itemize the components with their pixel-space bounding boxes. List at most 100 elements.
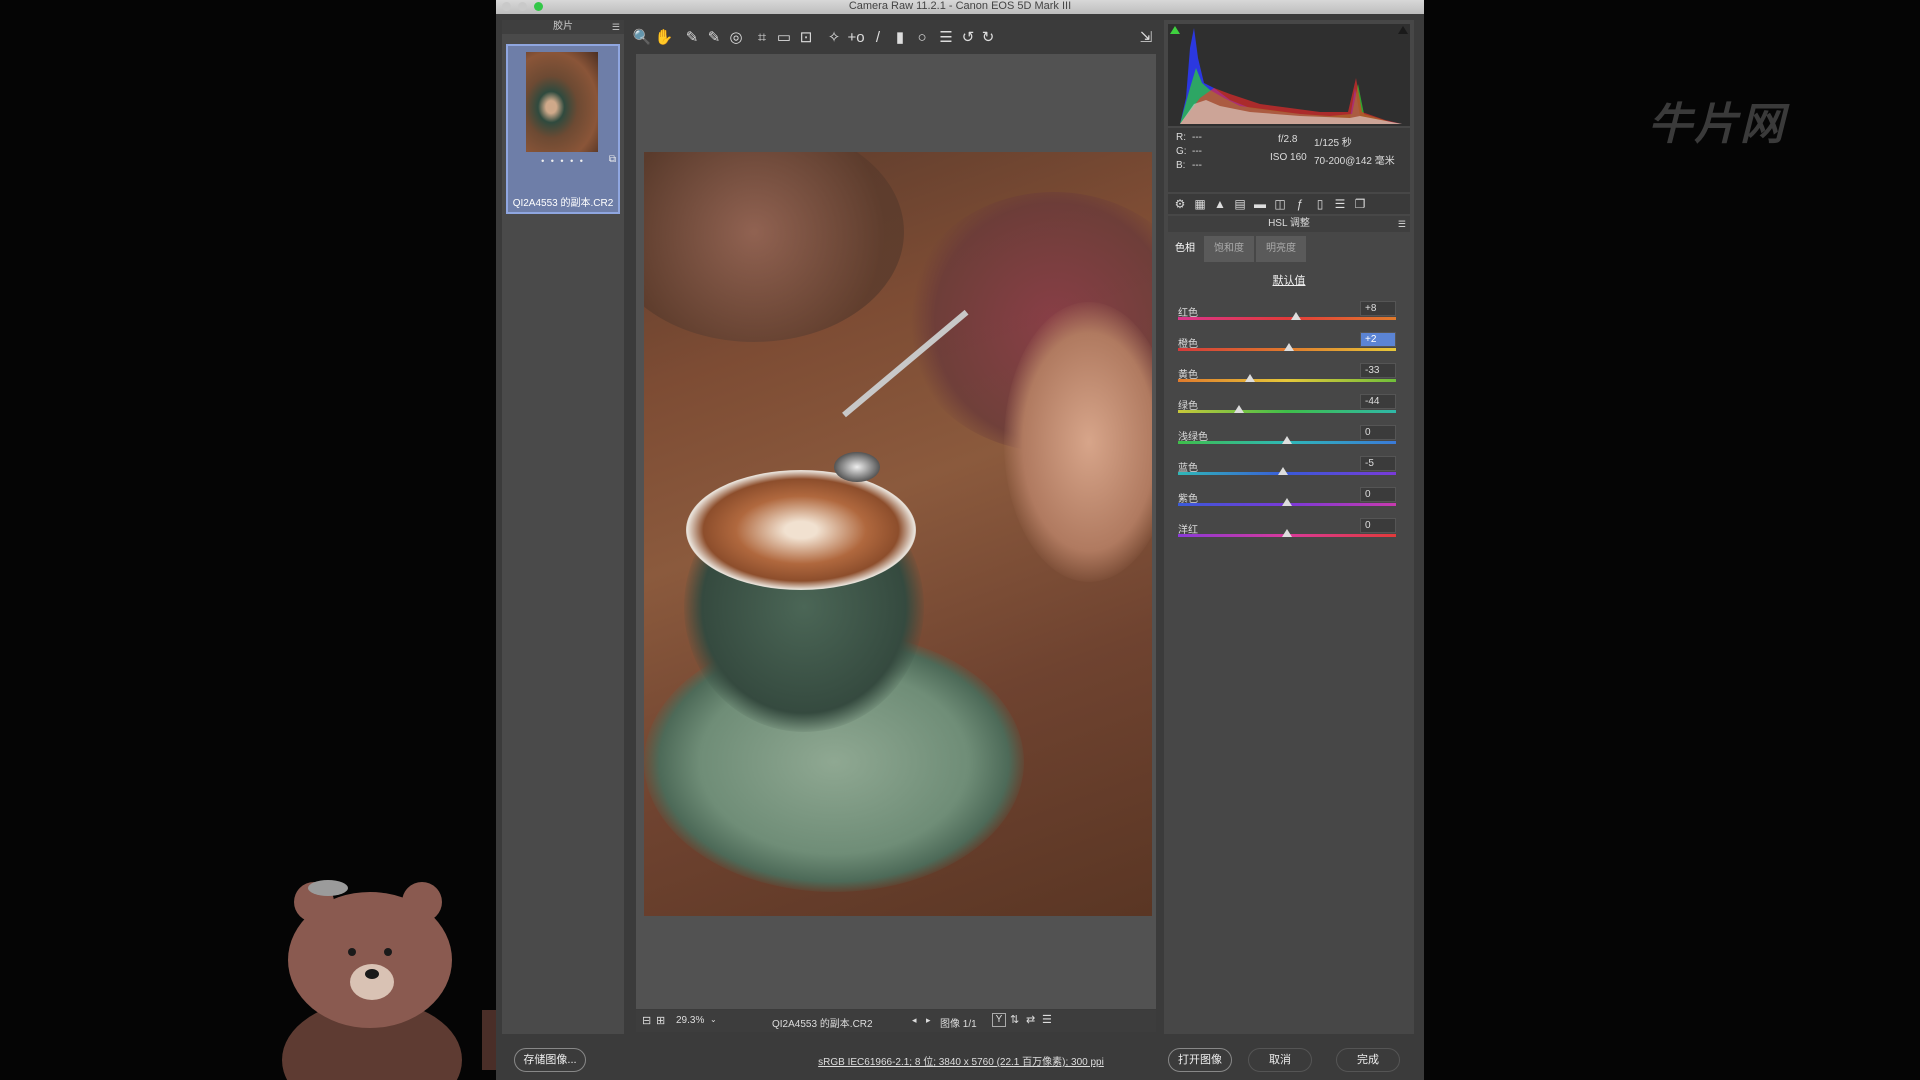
rotate-left-icon[interactable]: ↺: [958, 28, 978, 48]
hsl-slider-row: 红色 +8: [1178, 301, 1404, 334]
subtab-2[interactable]: 明亮度: [1256, 236, 1306, 262]
minimize-window-icon[interactable]: [518, 2, 527, 11]
zoom-tool-icon[interactable]: 🔍: [632, 28, 652, 48]
target-adjust-icon[interactable]: ◎: [726, 28, 746, 48]
slider-thumb[interactable]: [1282, 529, 1292, 537]
b-value: ---: [1192, 160, 1202, 171]
g-value: ---: [1192, 146, 1202, 157]
prev-image-icon[interactable]: ◂: [912, 1015, 917, 1026]
detail-tab-icon[interactable]: ▲: [1212, 196, 1228, 212]
zoom-dropdown-icon[interactable]: ⌄: [710, 1015, 717, 1024]
done-button[interactable]: 完成: [1336, 1048, 1400, 1072]
calibration-tab-icon[interactable]: ▯: [1312, 196, 1328, 212]
hsl-slider-row: 紫色 0: [1178, 487, 1404, 520]
lens-info: 70-200@142 毫米: [1314, 156, 1395, 167]
hsl-slider-row: 黄色 -33: [1178, 363, 1404, 396]
slider-value-input[interactable]: 0: [1360, 425, 1396, 440]
cancel-button[interactable]: 取消: [1248, 1048, 1312, 1072]
default-link[interactable]: 默认值: [1168, 272, 1410, 288]
hsl-slider-row: 绿色 -44: [1178, 394, 1404, 427]
panel-title: HSL 调整 ☰: [1168, 216, 1410, 232]
tone-curve-tab-icon[interactable]: ▦: [1192, 196, 1208, 212]
thumbnail-image: [526, 52, 598, 152]
hand-tool-icon[interactable]: ✋: [654, 28, 674, 48]
bear-mascot-image: [282, 880, 512, 1080]
subtab-0[interactable]: 色相: [1168, 236, 1202, 262]
copy-settings-icon[interactable]: ⇄: [1026, 1013, 1035, 1026]
slider-thumb[interactable]: [1282, 498, 1292, 506]
hsl-slider-row: 蓝色 -5: [1178, 456, 1404, 489]
slider-value-input[interactable]: -5: [1360, 456, 1396, 471]
red-eye-icon[interactable]: +o: [846, 28, 866, 48]
snapshots-tab-icon[interactable]: ❐: [1352, 196, 1368, 212]
crop-tool-icon[interactable]: ⌗: [752, 28, 772, 48]
filmstrip-thumbnail[interactable]: • • • • • ⧉ QI2A4553 的副本.CR2: [506, 44, 620, 214]
slider-value-input[interactable]: -33: [1360, 363, 1396, 378]
zoom-level[interactable]: 29.3%: [676, 1015, 704, 1026]
histogram: [1168, 24, 1410, 126]
filmstrip-title: 胶片: [553, 21, 573, 32]
slider-value-input[interactable]: 0: [1360, 487, 1396, 502]
transform-icon[interactable]: ⊡: [796, 28, 816, 48]
camera-info: R: --- G: --- B: --- f/2.8 1/125 秒 ISO 1…: [1168, 128, 1410, 192]
slider-thumb[interactable]: [1282, 436, 1292, 444]
slider-thumb[interactable]: [1290, 312, 1301, 320]
zoom-in-icon[interactable]: ⊞: [656, 1014, 665, 1027]
white-balance-icon[interactable]: ✎: [682, 28, 702, 48]
subtab-1[interactable]: 饱和度: [1204, 236, 1254, 262]
adjustment-brush-icon[interactable]: /: [868, 28, 888, 48]
hsl-slider-row: 橙色 +2: [1178, 332, 1404, 365]
spot-removal-icon[interactable]: ✧: [824, 28, 844, 48]
presets-list-icon[interactable]: ☰: [936, 28, 956, 48]
thumbnail-filename: QI2A4553 的副本.CR2: [512, 198, 614, 209]
watermark-logo: 牛片网: [1648, 100, 1786, 149]
preview-photo[interactable]: [644, 152, 1152, 916]
filmstrip-menu-icon[interactable]: ☰: [612, 20, 620, 34]
slider-value-input[interactable]: 0: [1360, 518, 1396, 533]
radial-filter-icon[interactable]: ○: [912, 28, 932, 48]
next-image-icon[interactable]: ▸: [926, 1015, 931, 1026]
before-after-toggle[interactable]: Y: [992, 1013, 1006, 1027]
adjustment-panel: R: --- G: --- B: --- f/2.8 1/125 秒 ISO 1…: [1164, 20, 1414, 1034]
basic-tab-icon[interactable]: ⚙: [1172, 196, 1188, 212]
hsl-tab-icon[interactable]: ▤: [1232, 196, 1248, 212]
slider-value-input[interactable]: -44: [1360, 394, 1396, 409]
close-window-icon[interactable]: [502, 2, 511, 11]
slider-thumb[interactable]: [1244, 374, 1255, 382]
slider-value-input[interactable]: +8: [1360, 301, 1396, 316]
straighten-icon[interactable]: ▭: [774, 28, 794, 48]
canvas-status-bar: ⊟ ⊞ 29.3% ⌄ QI2A4553 的副本.CR2 ◂ ▸ 图像 1/1 …: [636, 1010, 1156, 1032]
color-sampler-icon[interactable]: ✎: [704, 28, 724, 48]
hsl-subtabs: 色相 饱和度 明亮度: [1168, 236, 1410, 262]
preview-settings-icon[interactable]: ☰: [1042, 1013, 1052, 1026]
slider-thumb[interactable]: [1284, 343, 1295, 351]
slider-thumb[interactable]: [1234, 405, 1245, 413]
presets-tab-icon[interactable]: ☰: [1332, 196, 1348, 212]
zoom-window-icon[interactable]: [534, 2, 543, 11]
graduated-filter-icon[interactable]: ▮: [890, 28, 910, 48]
slider-track[interactable]: [1178, 410, 1396, 413]
lens-tab-icon[interactable]: ◫: [1272, 196, 1288, 212]
slider-track[interactable]: [1178, 317, 1396, 320]
rating-stars[interactable]: • • • • •: [508, 156, 618, 166]
swap-settings-icon[interactable]: ⇅: [1010, 1013, 1019, 1026]
image-canvas[interactable]: [636, 54, 1156, 1009]
zoom-out-icon[interactable]: ⊟: [642, 1014, 651, 1027]
tool-bar: 🔍 ✋ ✎ ✎ ◎ ⌗ ▭ ⊡ ✧ +o / ▮ ○ ☰ ↺ ↻: [632, 24, 1152, 54]
panel-menu-icon[interactable]: ☰: [1398, 216, 1406, 232]
shadow-clip-warning-icon[interactable]: [1170, 26, 1180, 34]
workflow-options-link[interactable]: sRGB IEC61966-2.1; 8 位; 3840 x 5760 (22.…: [766, 1053, 1156, 1068]
open-image-button[interactable]: 打开图像: [1168, 1048, 1232, 1072]
split-toning-tab-icon[interactable]: ▬: [1252, 196, 1268, 212]
effects-tab-icon[interactable]: ƒ: [1292, 196, 1308, 212]
slider-value-input[interactable]: +2: [1360, 332, 1396, 347]
toggle-fullscreen-icon[interactable]: ⇲: [1136, 28, 1156, 48]
camera-raw-window: Camera Raw 11.2.1 - Canon EOS 5D Mark II…: [496, 0, 1424, 1080]
panel-tab-strip: ⚙ ▦ ▲ ▤ ▬ ◫ ƒ ▯ ☰ ❐: [1168, 194, 1410, 214]
slider-track[interactable]: [1178, 379, 1396, 382]
slider-thumb[interactable]: [1277, 467, 1288, 475]
r-label: R:: [1176, 132, 1186, 143]
rotate-right-icon[interactable]: ↻: [978, 28, 998, 48]
canvas-filename: QI2A4553 的副本.CR2: [772, 1019, 873, 1030]
save-image-button[interactable]: 存储图像...: [514, 1048, 586, 1072]
